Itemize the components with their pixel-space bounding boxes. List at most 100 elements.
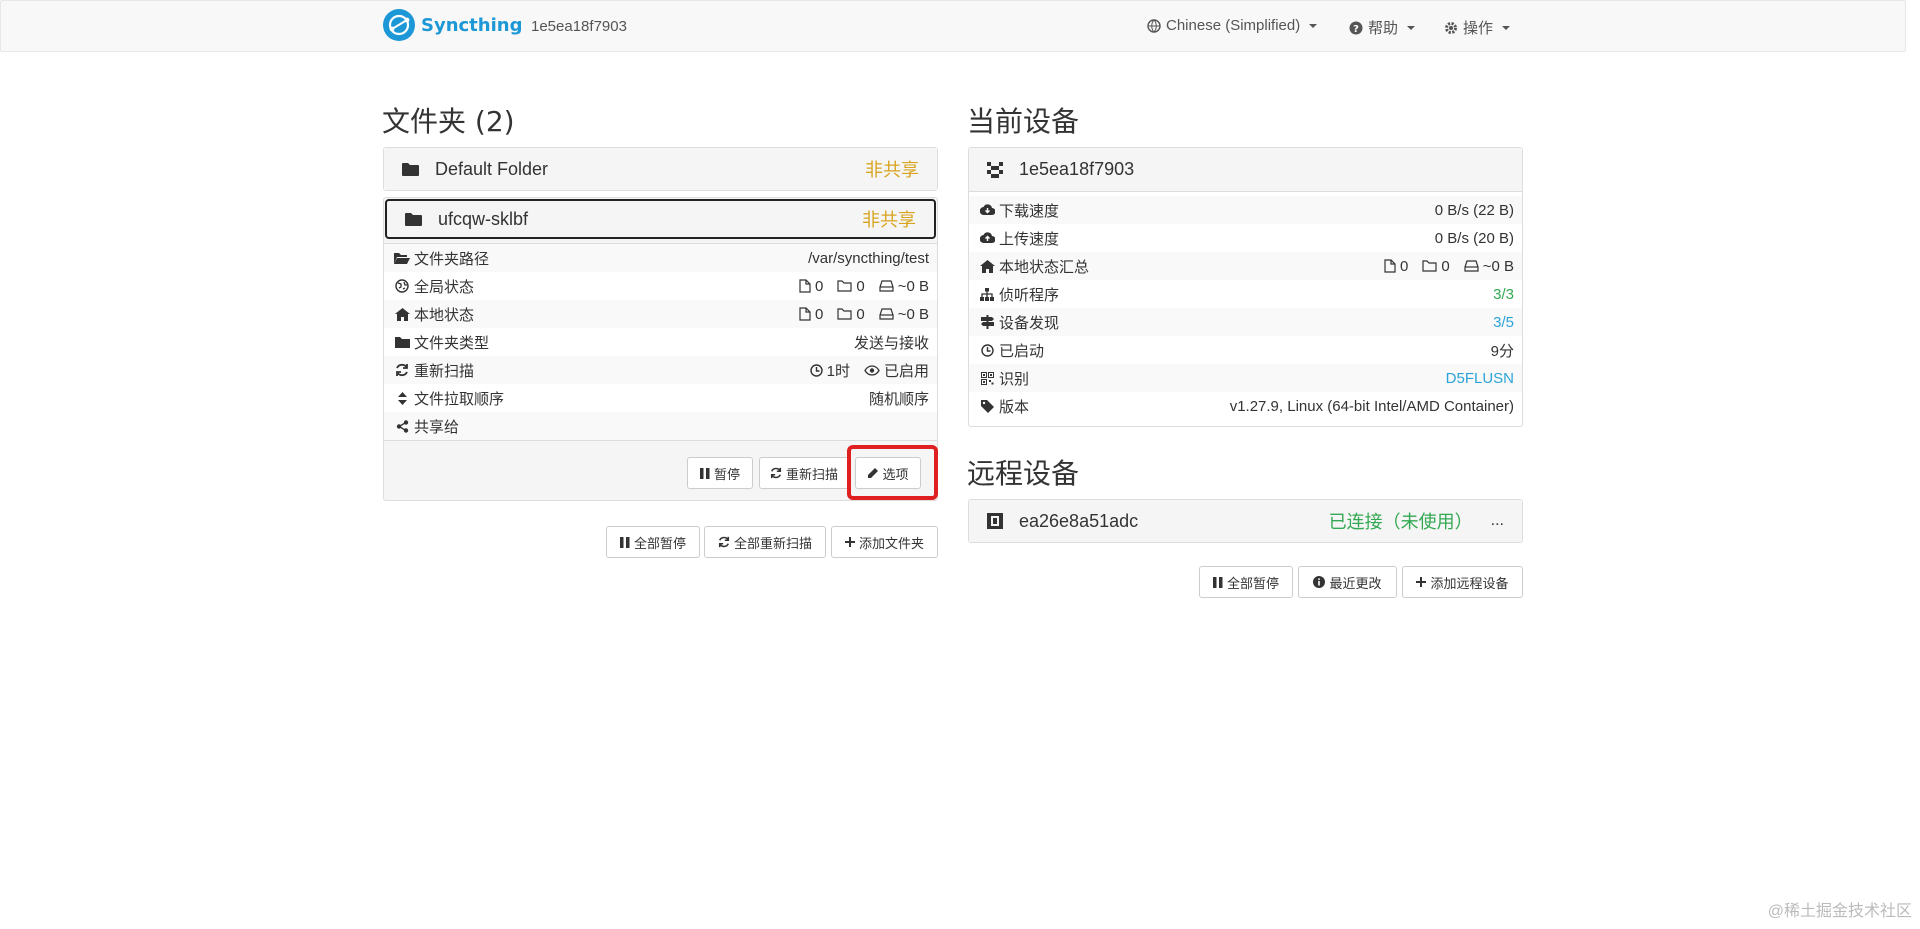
this-device-header[interactable]: 1e5ea18f7903 [969, 148, 1522, 192]
folder-open-icon [392, 252, 412, 265]
rescan-folder-label: 重新扫描 [785, 466, 838, 482]
gear-icon [1444, 21, 1458, 35]
rescan-folder-button[interactable]: 重新扫描 [759, 457, 849, 489]
clock-icon [809, 363, 823, 377]
hdd-icon [879, 308, 894, 320]
folder-status: 非共享 [865, 160, 919, 180]
folder-header-ufcqw[interactable]: ufcqw-sklbf 非共享 [385, 199, 936, 239]
cloud-download-icon [977, 204, 997, 216]
help-menu[interactable]: ? 帮助 [1349, 17, 1416, 38]
rescan-all-label: 全部重新扫描 [733, 535, 812, 551]
remote-device-panel[interactable]: ea26e8a51adc 已连接（未使用） ... [968, 499, 1523, 543]
pull-order-label: 文件拉取顺序 [414, 390, 505, 408]
this-device-panel: 1e5ea18f7903 下载速度 0 B/s (22 B) 上传速度 0 B/… [968, 147, 1523, 427]
download-rate-label: 下载速度 [999, 202, 1060, 220]
uptime-row: 已启动 9分 [969, 336, 1522, 364]
tag-icon [977, 399, 997, 413]
folder-path-value: /var/syncthing/test [808, 249, 929, 267]
pause-icon [1212, 576, 1223, 588]
pause-folder-label: 暂停 [713, 466, 740, 482]
remote-devices-heading: 远程设备 [967, 457, 1080, 490]
file-icon [1384, 259, 1396, 273]
folder-outline-icon [837, 280, 852, 292]
global-state-value: 0 0 ~0 B [799, 278, 929, 295]
folder-name: ufcqw-sklbf [438, 208, 529, 229]
chevron-down-icon [1309, 23, 1318, 28]
shared-with-label: 共享给 [414, 418, 460, 436]
help-label: 帮助 [1368, 20, 1399, 37]
rescan-all-button[interactable]: 全部重新扫描 [704, 526, 826, 558]
brand-name: Syncthing [421, 14, 523, 36]
folder-path-row: 文件夹路径 /var/syncthing/test [384, 244, 937, 272]
remote-device-more[interactable]: ... [1491, 512, 1504, 530]
device-identicon-icon [987, 161, 1003, 178]
pause-all-devices-button[interactable]: 全部暂停 [1199, 566, 1293, 598]
brand[interactable]: Syncthing [383, 9, 522, 41]
local-files-count: 0 [815, 305, 824, 323]
hdd-icon [1464, 260, 1479, 272]
sitemap-icon [977, 287, 997, 301]
globe-icon [1147, 18, 1161, 33]
eye-icon [864, 364, 880, 376]
local-summary-row: 本地状态汇总 0 0 ~0 B [969, 252, 1522, 280]
pause-all-folders-button[interactable]: 全部暂停 [606, 526, 700, 558]
plus-icon [844, 537, 855, 547]
info-circle-icon [1313, 576, 1326, 588]
folder-name: Default Folder [435, 158, 549, 179]
syncthing-logo-icon [383, 9, 415, 41]
local-state-row: 本地状态 0 0 ~0 B [384, 300, 937, 328]
download-rate-row: 下载速度 0 B/s (22 B) [969, 196, 1522, 224]
folder-icon [405, 212, 422, 226]
download-rate-value: 0 B/s (22 B) [1434, 201, 1514, 219]
folder-details-table: 文件夹路径 /var/syncthing/test 全局状态 0 0 ~0 B … [384, 243, 937, 441]
folder-icon [392, 336, 412, 348]
rescan-interval: 1时 [826, 362, 850, 380]
discovery-label: 设备发现 [999, 314, 1060, 332]
actions-menu[interactable]: 操作 [1444, 17, 1511, 38]
question-circle-icon: ? [1349, 21, 1363, 35]
global-state-row: 全局状态 0 0 ~0 B [384, 272, 937, 300]
home-icon [977, 259, 997, 273]
refresh-icon [392, 363, 412, 377]
svg-text:?: ? [1353, 24, 1359, 35]
add-folder-button[interactable]: 添加文件夹 [831, 526, 938, 558]
device-local-size: ~0 B [1482, 257, 1514, 275]
pause-icon [699, 467, 710, 479]
signpost-icon [977, 315, 997, 329]
folder-type-value: 发送与接收 [853, 334, 929, 352]
recent-changes-button[interactable]: 最近更改 [1298, 566, 1397, 598]
device-local-dirs: 0 [1441, 257, 1450, 275]
folder-type-label: 文件夹类型 [414, 334, 490, 352]
add-remote-device-button[interactable]: 添加远程设备 [1402, 566, 1523, 598]
discovery-value[interactable]: 3/5 [1493, 314, 1514, 331]
pause-all-devices-label: 全部暂停 [1226, 575, 1279, 591]
refresh-icon [718, 536, 730, 548]
folder-icon [402, 162, 419, 176]
local-state-label: 本地状态 [414, 306, 475, 324]
version-row: 版本 v1.27.9, Linux (64-bit Intel/AMD Cont… [969, 392, 1522, 420]
pause-folder-button[interactable]: 暂停 [687, 457, 753, 489]
this-device-table: 下载速度 0 B/s (22 B) 上传速度 0 B/s (20 B) 本地状态… [969, 192, 1522, 420]
add-folder-label: 添加文件夹 [858, 535, 924, 551]
navbar-device-id: 1e5ea18f7903 [531, 18, 627, 35]
watcher-status: 已启用 [883, 362, 929, 380]
folder-path-label: 文件夹路径 [414, 250, 490, 268]
pull-order-row: 文件拉取顺序 随机顺序 [384, 384, 937, 412]
upload-rate-label: 上传速度 [999, 230, 1060, 248]
actions-label: 操作 [1463, 20, 1494, 37]
identification-row: 识别 D5FLUSN [969, 364, 1522, 392]
identification-value[interactable]: D5FLUSN [1446, 370, 1514, 387]
pause-all-folders-label: 全部暂停 [633, 535, 686, 551]
language-menu[interactable]: Chinese (Simplified) [1147, 17, 1318, 34]
folder-status: 非共享 [862, 210, 916, 230]
listeners-row: 侦听程序 3/3 [969, 280, 1522, 308]
folder-panel-default[interactable]: Default Folder 非共享 [383, 147, 938, 191]
this-device-heading: 当前设备 [967, 105, 1080, 138]
pause-icon [619, 536, 630, 548]
clock-icon [977, 343, 997, 357]
folder-outline-icon [837, 308, 852, 320]
hdd-icon [879, 280, 894, 292]
device-identicon-icon [987, 513, 1003, 529]
rescan-row: 重新扫描 1时 已启用 [384, 356, 937, 384]
listeners-value[interactable]: 3/3 [1493, 286, 1514, 303]
